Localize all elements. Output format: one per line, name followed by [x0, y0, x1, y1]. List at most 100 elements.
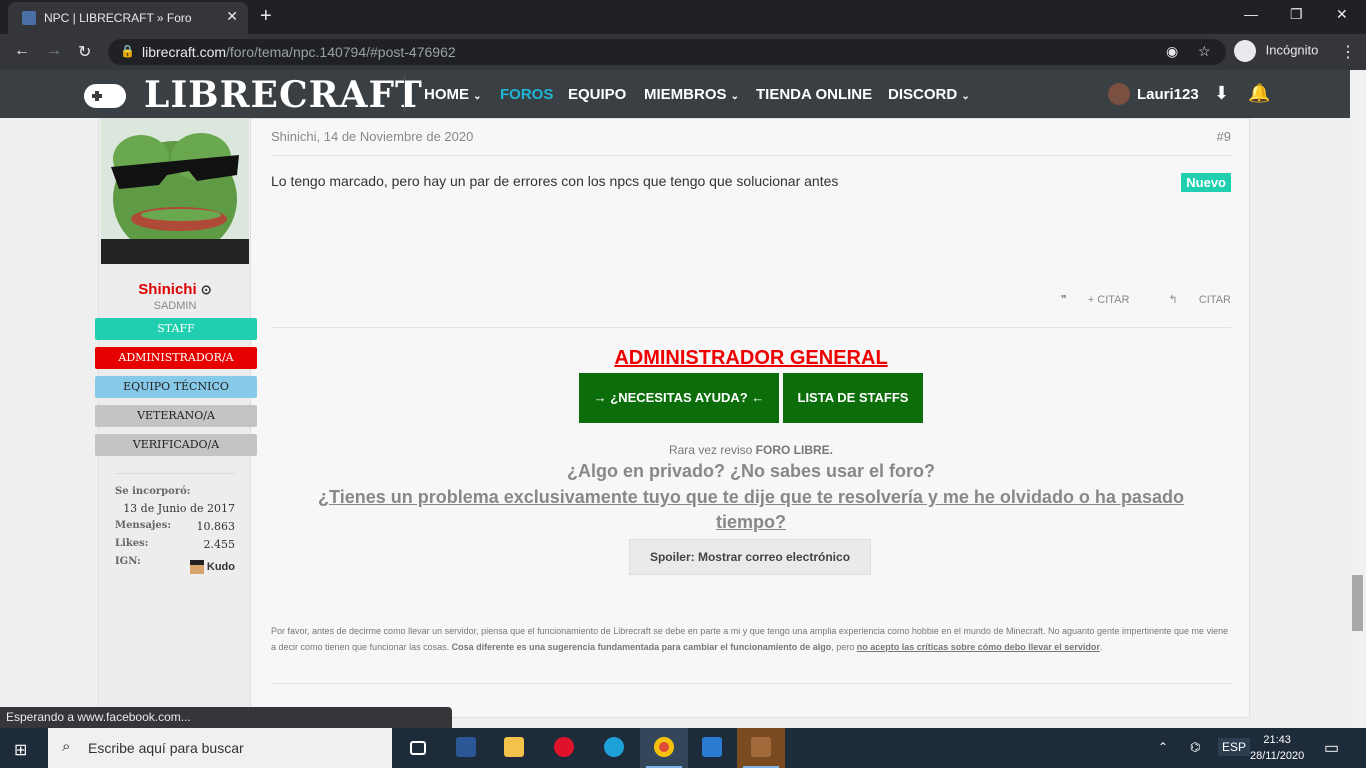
multiquote-button[interactable]: ❞ + CITAR — [1043, 294, 1130, 306]
nav-miembros[interactable]: MIEMBROS ⌄ — [644, 86, 739, 103]
back-icon[interactable]: ← — [14, 42, 30, 60]
gamepad-logo-icon[interactable] — [84, 84, 126, 108]
browser-toolbar: ← → ↻ 🔒 librecraft.com/foro/tema/npc.140… — [0, 34, 1366, 70]
taskbar-clock[interactable]: 21:43 28/11/2020 — [1250, 732, 1304, 764]
user-name[interactable]: Lauri123 — [1137, 86, 1199, 103]
file-explorer-icon[interactable] — [490, 728, 538, 768]
new-tab-icon[interactable]: + — [260, 5, 272, 28]
stat-messages-value: 10.863 — [196, 520, 236, 533]
address-bar[interactable]: 🔒 librecraft.com/foro/tema/npc.140794/#p… — [108, 39, 1226, 65]
nav-tienda[interactable]: TIENDA ONLINE — [756, 86, 872, 103]
close-tab-icon[interactable]: ✕ — [226, 8, 238, 25]
verified-check-icon: ⊙ — [200, 282, 212, 297]
stat-joined-value: 13 de Junio de 2017 — [123, 502, 235, 515]
spoiler-button[interactable]: Spoiler: Mostrar correo electrónico — [629, 539, 871, 575]
quote-button[interactable]: ↰ CITAR — [1151, 294, 1231, 306]
clock-time: 21:43 — [1263, 734, 1291, 746]
new-badge: Nuevo — [1181, 173, 1231, 192]
post-content: Shinichi, 14 de Noviembre de 2020 #9 Lo … — [271, 119, 1231, 719]
chevron-down-icon: ⌄ — [730, 91, 740, 102]
chevron-down-icon: ⌄ — [473, 91, 482, 102]
inbox-icon[interactable]: ⬇ — [1214, 83, 1229, 104]
forward-icon[interactable]: → — [46, 42, 62, 60]
browser-tab[interactable]: NPC | LIBRECRAFT » Foro ✕ — [8, 2, 248, 34]
browser-tab-strip: NPC | LIBRECRAFT » Foro ✕ + — ❐ ✕ — [0, 0, 1366, 34]
divider — [271, 327, 1231, 328]
post-author-sidebar: Shinichi ⊙ SADMIN STAFF ADMINISTRADOR/A … — [95, 119, 257, 719]
forum-post: Shinichi ⊙ SADMIN STAFF ADMINISTRADOR/A … — [95, 118, 1250, 719]
site-favicon-icon — [22, 11, 36, 25]
post-actions: ❞ + CITAR ↰ CITAR — [1025, 293, 1231, 306]
network-icon[interactable]: ⌬ — [1190, 740, 1200, 754]
reload-icon[interactable]: ↻ — [78, 42, 91, 62]
reply-icon: ↰ — [1168, 294, 1178, 306]
language-indicator[interactable]: ESP — [1218, 738, 1251, 756]
search-icon: ⌕ — [62, 738, 71, 755]
notification-icon[interactable]: ▭ — [1324, 738, 1339, 758]
minecraft-icon[interactable] — [737, 728, 785, 768]
scrollbar-thumb[interactable] — [1352, 575, 1363, 631]
lock-icon[interactable]: 🔒 — [120, 44, 135, 58]
incognito-indicator[interactable]: Incógnito — [1234, 40, 1318, 62]
windows-start-icon[interactable]: ⊞ — [14, 740, 27, 760]
author-stats: Se incorporó: 13 de Junio de 2017 Mensaj… — [115, 473, 235, 574]
author-avatar[interactable] — [101, 119, 249, 264]
divider — [271, 155, 1231, 156]
help-button[interactable]: → ¿NECESITAS AYUDA? ← — [579, 373, 779, 423]
badge-verificado: VERIFICADO/A — [95, 434, 257, 456]
signature-question-2[interactable]: ¿Tienes un problema exclusivamente tuyo … — [301, 485, 1201, 535]
nav-equipo[interactable]: EQUIPO — [568, 86, 626, 103]
quote-icon: ❞ — [1060, 294, 1067, 306]
signature-note: Rara vez reviso FORO LIBRE. — [668, 443, 834, 457]
clock-date: 28/11/2020 — [1250, 750, 1305, 762]
post-message: Lo tengo marcado, pero hay un par de err… — [271, 173, 839, 189]
post-meta[interactable]: Shinichi, 14 de Noviembre de 2020 — [271, 129, 473, 144]
page-body: Shinichi ⊙ SADMIN STAFF ADMINISTRADOR/A … — [0, 118, 1350, 728]
browser-status-bubble: Esperando a www.facebook.com... — [0, 707, 452, 728]
tab-title: NPC | LIBRECRAFT » Foro — [44, 11, 192, 25]
incognito-label: Incógnito — [1265, 42, 1319, 58]
stat-likes-label: Likes: — [115, 538, 149, 549]
edge-icon[interactable] — [590, 728, 638, 768]
badge-veterano: VETERANO/A — [95, 405, 257, 427]
author-name[interactable]: Shinichi ⊙ — [99, 281, 251, 298]
chevron-down-icon: ⌄ — [961, 91, 970, 102]
user-avatar[interactable] — [1108, 83, 1130, 105]
nav-discord[interactable]: DISCORD ⌄ — [888, 86, 970, 103]
badge-staff: STAFF — [95, 318, 257, 340]
task-view-icon[interactable] — [394, 728, 442, 768]
windows-taskbar: ⊞ ⌕ Escribe aquí para buscar ⌃ ⌬ ESP 21:… — [0, 728, 1366, 768]
stat-ign-label: IGN: — [115, 556, 141, 567]
badge-equipo-tecnico: EQUIPO TÉCNICO — [95, 376, 257, 398]
opera-icon[interactable] — [540, 728, 588, 768]
divider — [271, 683, 1231, 684]
signature-disclaimer: Por favor, antes de decirme como llevar … — [271, 626, 1229, 652]
post-number[interactable]: #9 — [1217, 129, 1231, 144]
stat-messages-label: Mensajes: — [115, 520, 172, 531]
signature-title[interactable]: ADMINISTRADOR GENERAL — [271, 347, 1231, 370]
word-icon[interactable] — [442, 728, 490, 768]
taskbar-search[interactable]: ⌕ Escribe aquí para buscar — [48, 728, 392, 768]
maximize-icon[interactable]: ❐ — [1290, 6, 1303, 23]
site-header: LIBRECRAFT HOME ⌄ FOROS EQUIPO MIEMBROS … — [0, 70, 1350, 118]
badge-administrador: ADMINISTRADOR/A — [95, 347, 257, 369]
signature-question-1: ¿Algo en privado? ¿No sabes usar el foro… — [566, 461, 936, 481]
nav-home[interactable]: HOME ⌄ — [424, 86, 482, 103]
close-window-icon[interactable]: ✕ — [1336, 6, 1348, 23]
site-logo[interactable]: LIBRECRAFT — [144, 74, 423, 116]
stat-ign-value: Kudo — [189, 560, 235, 574]
bookmark-star-icon[interactable]: ☆ — [1198, 43, 1211, 60]
nav-foros[interactable]: FOROS — [500, 86, 553, 103]
staff-list-button[interactable]: LISTA DE STAFFS — [783, 373, 923, 423]
tracking-blocked-icon[interactable]: ◉ — [1166, 43, 1178, 60]
url-text[interactable]: librecraft.com/foro/tema/npc.140794/#pos… — [142, 44, 456, 60]
mail-icon[interactable] — [688, 728, 736, 768]
bell-icon[interactable]: 🔔 — [1248, 83, 1270, 104]
chevron-up-icon[interactable]: ⌃ — [1158, 740, 1168, 754]
minecraft-head-icon — [189, 560, 204, 574]
author-title: SADMIN — [153, 300, 197, 312]
browser-menu-icon[interactable]: ⋮ — [1340, 42, 1356, 62]
minimize-icon[interactable]: — — [1244, 6, 1258, 22]
taskbar-search-placeholder: Escribe aquí para buscar — [88, 740, 244, 756]
chrome-icon[interactable] — [640, 728, 688, 768]
